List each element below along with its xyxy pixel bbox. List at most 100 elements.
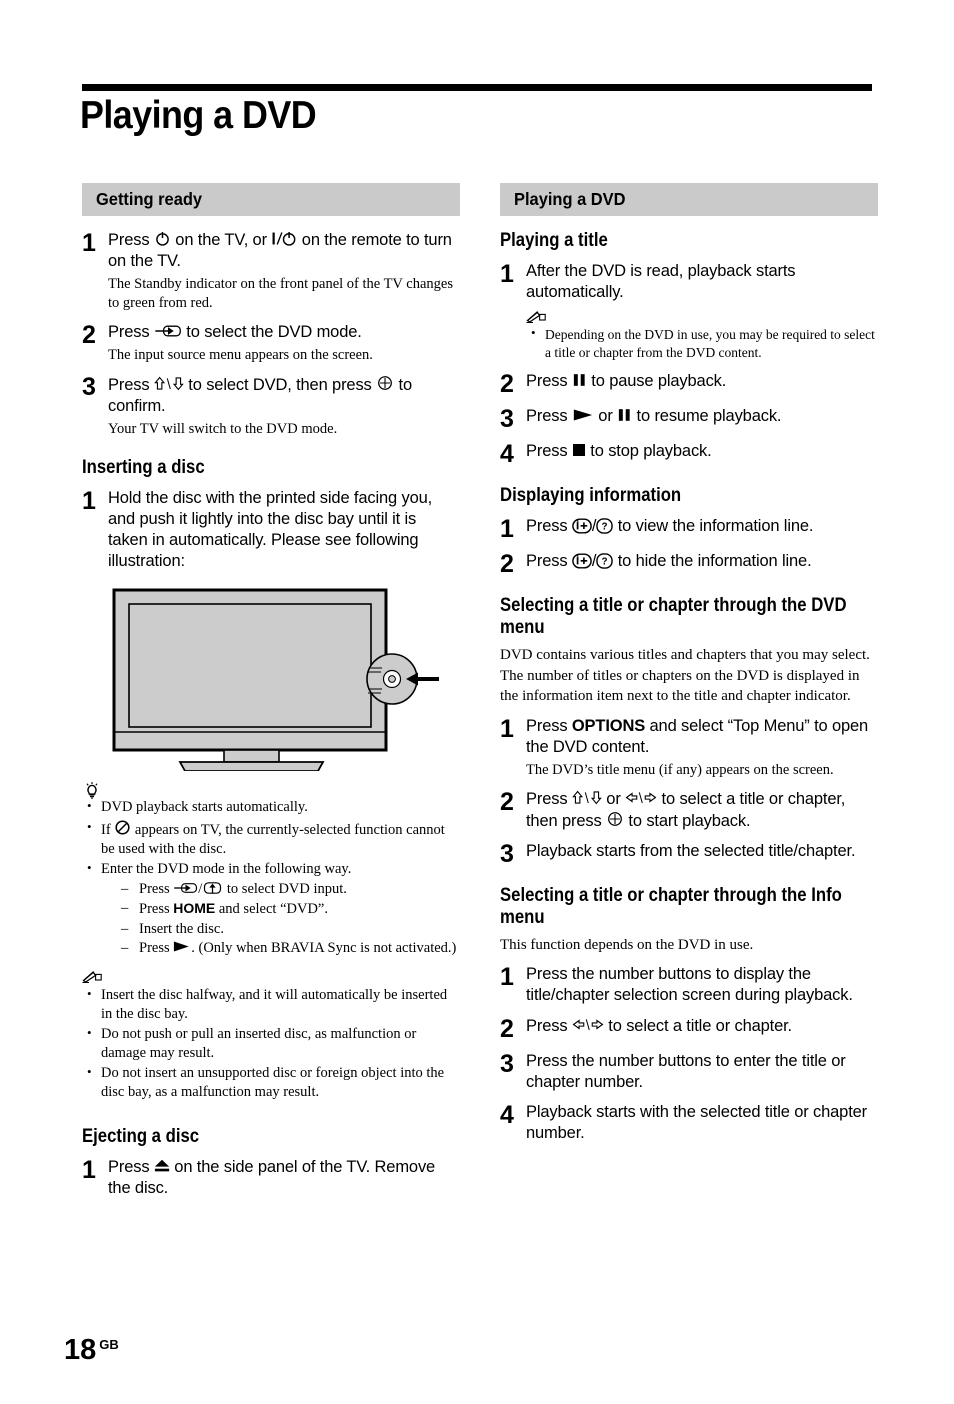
input-select-boxed-icon bbox=[202, 880, 223, 896]
step-text-part: on the TV, or bbox=[170, 231, 272, 249]
step-detail: The Standby indicator on the front panel… bbox=[108, 276, 453, 312]
step-number: 2 bbox=[500, 787, 514, 816]
tip-lightbulb-icon bbox=[82, 781, 460, 800]
stop-icon bbox=[572, 443, 586, 457]
step-inserting-1: 1 Hold the disc with the printed side fa… bbox=[82, 488, 460, 572]
tip-text-part: If bbox=[101, 821, 115, 838]
pause-icon bbox=[617, 408, 632, 422]
step-text-part: to hide the information line. bbox=[613, 552, 812, 571]
tip-text: Enter the DVD mode in the following way. bbox=[101, 860, 352, 877]
play-icon bbox=[572, 408, 594, 422]
section-bar-getting-ready: Getting ready bbox=[82, 183, 460, 216]
step-text: Press the number buttons to enter the ti… bbox=[526, 1051, 846, 1091]
tip-text-part: Insert the disc. bbox=[139, 920, 224, 937]
heading-info-menu: Selecting a title or chapter through the… bbox=[500, 884, 842, 928]
step-number: 1 bbox=[500, 714, 514, 743]
step-text: Press to select a title or chapter. bbox=[526, 1016, 878, 1037]
heading-inserting-a-disc: Inserting a disc bbox=[82, 456, 205, 478]
page-number: 18 bbox=[64, 1334, 97, 1366]
heading-ejecting-a-disc: Ejecting a disc bbox=[82, 1126, 200, 1148]
list-item: Insert the disc halfway, and it will aut… bbox=[82, 985, 460, 1024]
step-number: 4 bbox=[500, 1100, 514, 1129]
step-number: 1 bbox=[82, 229, 96, 257]
step-text-part: Press bbox=[108, 1158, 154, 1177]
step-text-part: Press bbox=[526, 372, 572, 391]
step-text-part: Press bbox=[526, 442, 572, 461]
step-text: Press the number buttons to display the … bbox=[526, 965, 853, 1005]
step-displaying-info-1: 1 Press /? to view the information line. bbox=[500, 516, 878, 542]
list-item: Press . (Only when BRAVIA Sync is not ac… bbox=[121, 939, 460, 959]
step-ejecting-1: 1 Press on the side panel of the TV. Rem… bbox=[82, 1157, 460, 1199]
step-dvd-menu-1: 1 Press OPTIONS and select “Top Menu” to… bbox=[500, 716, 878, 780]
step-text-part: Press bbox=[526, 1016, 572, 1035]
step-number: 3 bbox=[500, 405, 514, 434]
heading-playing-a-title: Playing a title bbox=[500, 230, 608, 251]
tv-disc-insert-illustration bbox=[110, 586, 440, 773]
step-text: Press /? to hide the information line. bbox=[526, 551, 878, 572]
step-getting-ready-2: 2 Press to select the DVD mode. The inpu… bbox=[82, 322, 460, 365]
step-text: Press to select DVD, then press to confi… bbox=[108, 374, 460, 417]
step-text-part: Press bbox=[108, 375, 154, 394]
step-info-menu-3: 3 Press the number buttons to enter the … bbox=[500, 1051, 878, 1093]
page-title: Playing a DVD bbox=[80, 94, 317, 137]
step-text: Press on the side panel of the TV. Remov… bbox=[108, 1157, 460, 1199]
list-item: Do not push or pull an inserted disc, as… bbox=[82, 1024, 460, 1063]
step-text-part: or bbox=[593, 407, 618, 426]
info-plus-icon bbox=[572, 518, 592, 534]
step-text-part: Press bbox=[108, 231, 154, 249]
step-text-part: to select DVD, then press bbox=[183, 375, 377, 394]
step-text-part: Press bbox=[526, 716, 572, 735]
title-rule bbox=[82, 84, 872, 91]
step-number: 2 bbox=[500, 370, 514, 399]
step-info-menu-4: 4 Playback starts with the selected titl… bbox=[500, 1102, 878, 1144]
tip-text: DVD playback starts automatically. bbox=[101, 799, 308, 816]
note-pencil-icon bbox=[526, 309, 878, 325]
section-bar-label: Getting ready bbox=[96, 189, 203, 209]
question-circle-icon: ? bbox=[596, 553, 614, 570]
tips-sub-list: Press / to select DVD input. Press HOME … bbox=[101, 880, 460, 959]
step-text-part: Press bbox=[526, 552, 572, 571]
step-playing-title-3: 3 Press or to resume playback. bbox=[500, 406, 878, 432]
step-number: 4 bbox=[500, 440, 514, 469]
step-text-part: Press bbox=[526, 789, 572, 808]
step-text-part: to view the information line. bbox=[613, 517, 814, 536]
step-playing-title-2: 2 Press to pause playback. bbox=[500, 371, 878, 397]
step-number: 1 bbox=[500, 963, 514, 992]
step-text-part: to select the DVD mode. bbox=[181, 322, 362, 341]
step-number: 2 bbox=[82, 320, 96, 349]
tip-text-part: appears on TV, the currently-selected fu… bbox=[101, 821, 445, 857]
notes-list: Insert the disc halfway, and it will aut… bbox=[82, 985, 460, 1103]
page-footer: 18 GB bbox=[64, 1336, 119, 1365]
section-bar-label: Playing a DVD bbox=[514, 189, 626, 209]
list-item: Press HOME and select “DVD”. bbox=[121, 899, 460, 919]
step-dvd-menu-3: 3 Playback starts from the selected titl… bbox=[500, 841, 878, 867]
step-text: Playback starts with the selected title … bbox=[526, 1102, 867, 1142]
step-text: Press on the TV, or on the remote to tur… bbox=[108, 230, 460, 272]
svg-text:?: ? bbox=[602, 522, 608, 533]
step-getting-ready-3: 3 Press to select DVD, then press to con… bbox=[82, 374, 460, 439]
eject-icon bbox=[154, 1158, 170, 1173]
step-detail: The DVD’s title menu (if any) appears on… bbox=[526, 761, 834, 778]
left-right-arrows-icon bbox=[572, 1016, 604, 1033]
note-pencil-icon bbox=[82, 969, 460, 985]
step-info-menu-2: 2 Press to select a title or chapter. bbox=[500, 1016, 878, 1042]
step-text-part: to stop playback. bbox=[585, 442, 712, 461]
step-number: 3 bbox=[500, 839, 514, 868]
notes-list: Depending on the DVD in use, you may be … bbox=[526, 325, 878, 361]
step-info-menu-1: 1 Press the number buttons to display th… bbox=[500, 964, 878, 1006]
step-text: Press to pause playback. bbox=[526, 371, 878, 392]
enter-confirm-icon bbox=[606, 810, 624, 828]
step-playing-title-4: 4 Press to stop playback. bbox=[500, 441, 878, 467]
step-text: Press /? to view the information line. bbox=[526, 516, 878, 537]
list-item: Press / to select DVD input. bbox=[121, 880, 460, 900]
input-select-icon bbox=[173, 880, 198, 896]
tip-text-part: Press bbox=[139, 880, 174, 897]
enter-confirm-icon bbox=[376, 374, 394, 392]
tips-block: DVD playback starts automatically. If ap… bbox=[82, 781, 460, 959]
pause-icon bbox=[572, 373, 587, 387]
step-number: 2 bbox=[500, 550, 514, 579]
list-item: Depending on the DVD in use, you may be … bbox=[526, 325, 878, 361]
question-circle-icon: ? bbox=[596, 518, 614, 535]
list-item: Do not insert an unsupported disc or for… bbox=[82, 1063, 460, 1102]
tip-text-part: to select DVD input. bbox=[223, 880, 347, 897]
